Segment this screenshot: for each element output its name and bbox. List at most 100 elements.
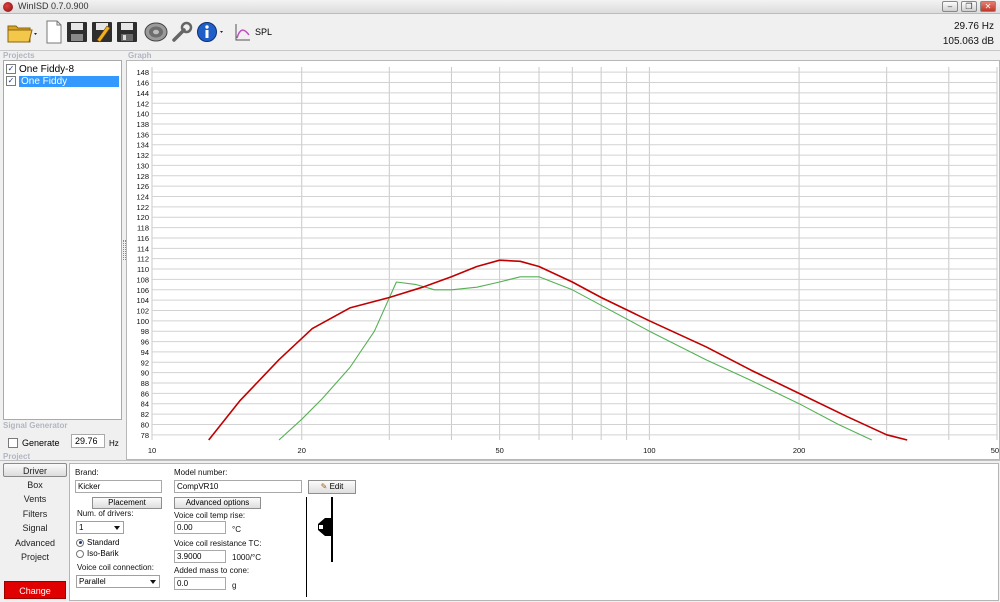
y-tick-label: 106: [136, 286, 149, 295]
save-as-pencil-icon: [92, 22, 112, 43]
spl-graph-button[interactable]: SPL: [233, 19, 273, 45]
new-project-button[interactable]: [43, 19, 65, 45]
standard-radio[interactable]: Standard: [76, 538, 119, 547]
signal-frequency-input[interactable]: 29.76: [71, 434, 105, 448]
spl-label: SPL: [254, 27, 272, 37]
y-tick-label: 88: [141, 379, 149, 388]
y-tick-label: 138: [136, 120, 149, 129]
graph-curve-icon: [235, 24, 250, 41]
save-all-button[interactable]: [116, 19, 138, 45]
y-tick-label: 134: [136, 141, 149, 150]
edit-driver-button[interactable]: ✎ Edit: [308, 480, 356, 494]
wrench-icon: [172, 21, 193, 42]
model-number-field[interactable]: CompVR10: [174, 480, 302, 493]
change-button[interactable]: Change: [4, 581, 66, 599]
tab-box[interactable]: Box: [3, 478, 67, 492]
vc-temp-rise-unit: °C: [232, 525, 241, 534]
brand-label: Brand:: [75, 468, 99, 477]
y-tick-label: 114: [137, 244, 149, 253]
driver-editor-button[interactable]: [143, 19, 169, 45]
x-tick-label: 500: [991, 446, 999, 455]
minimize-button[interactable]: –: [942, 1, 958, 12]
vc-temp-rise-field[interactable]: 0.00: [174, 521, 226, 534]
y-tick-label: 78: [141, 431, 149, 440]
num-drivers-label: Num. of drivers:: [77, 509, 134, 518]
model-number-label: Model number:: [174, 468, 228, 477]
y-tick-label: 130: [136, 161, 149, 170]
num-drivers-value: 1: [79, 523, 84, 532]
series-line-one-fiddy-8: [278, 276, 873, 441]
y-tick-label: 94: [141, 348, 149, 357]
project-item-one-fiddy[interactable]: ✓ One Fiddy: [6, 75, 119, 87]
chevron-down-icon: [150, 580, 156, 584]
driver-preview: [306, 497, 356, 597]
about-button[interactable]: [196, 19, 226, 45]
open-project-button[interactable]: [6, 19, 40, 45]
options-button[interactable]: [171, 19, 193, 45]
x-tick-label: 10: [148, 446, 156, 455]
vc-resistance-tc-label: Voice coil resistance TC:: [174, 539, 262, 548]
tab-signal[interactable]: Signal: [3, 521, 67, 535]
y-tick-label: 90: [141, 369, 149, 378]
project-panel: Driver Box Vents Filters Signal Advanced…: [0, 460, 1000, 602]
y-tick-label: 108: [136, 275, 149, 284]
project-tabs: Driver Box Vents Filters Signal Advanced…: [3, 463, 69, 565]
x-tick-label: 20: [298, 446, 306, 455]
y-tick-label: 96: [141, 338, 149, 347]
voice-coil-connection-select[interactable]: Parallel: [76, 575, 160, 588]
y-tick-label: 144: [136, 89, 149, 98]
tab-filters[interactable]: Filters: [3, 507, 67, 521]
close-button[interactable]: ✕: [980, 1, 996, 12]
tab-advanced[interactable]: Advanced: [3, 536, 67, 550]
tab-project[interactable]: Project: [3, 550, 67, 564]
tab-vents[interactable]: Vents: [3, 492, 67, 506]
isobarik-radio[interactable]: Iso-Barik: [76, 549, 119, 558]
speaker-driver-icon: [144, 22, 168, 42]
placement-button[interactable]: Placement: [92, 497, 162, 509]
title-bar: WinISD 0.7.0.900 – ❐ ✕: [0, 0, 1000, 14]
project-item-one-fiddy-8[interactable]: ✓ One Fiddy-8: [6, 63, 74, 75]
y-tick-label: 142: [136, 99, 149, 108]
save-as-button[interactable]: [91, 19, 113, 45]
added-mass-field[interactable]: 0.0: [174, 577, 226, 590]
signal-frequency-unit: Hz: [109, 439, 119, 448]
brand-field[interactable]: Kicker: [75, 480, 162, 493]
x-tick-label: 50: [495, 446, 503, 455]
radio-dot-icon: [76, 549, 84, 558]
generate-checkbox[interactable]: [8, 438, 18, 448]
vc-resistance-tc-field[interactable]: 3.9000: [174, 550, 226, 563]
save-button[interactable]: [66, 19, 88, 45]
y-tick-label: 98: [141, 327, 149, 336]
num-drivers-select[interactable]: 1: [76, 521, 124, 534]
baffle-line: [306, 497, 307, 597]
readout-frequency: 29.76 Hz: [953, 21, 994, 32]
vc-temp-rise-label: Voice coil temp rise:: [174, 511, 246, 520]
tab-driver[interactable]: Driver: [3, 463, 67, 477]
spl-chart: 7880828486889092949698100102104106108110…: [136, 67, 1000, 455]
x-tick-label: 100: [643, 446, 656, 455]
spl-graph[interactable]: 78 80 82 84 86 88 90 92 94 96 98 100 102 104 106 108 110…: [126, 60, 1000, 460]
y-tick-label: 116: [137, 234, 149, 243]
y-tick-label: 148: [136, 68, 149, 77]
window-title: WinISD 0.7.0.900: [18, 1, 89, 11]
project-visible-checkbox[interactable]: ✓: [6, 76, 16, 86]
generate-label: Generate: [22, 438, 60, 448]
y-tick-label: 128: [136, 172, 149, 181]
app-icon[interactable]: [3, 2, 13, 12]
speaker-cross-section-icon: [318, 518, 331, 536]
projects-list: ✓ One Fiddy-8 ✓ One Fiddy: [3, 60, 122, 420]
y-tick-label: 102: [136, 306, 149, 315]
advanced-options-button[interactable]: Advanced options: [174, 497, 261, 509]
restore-button[interactable]: ❐: [961, 1, 977, 12]
y-tick-label: 84: [141, 400, 149, 409]
y-tick-label: 104: [136, 296, 149, 305]
y-tick-label: 110: [137, 265, 149, 274]
new-document-icon: [46, 20, 62, 44]
project-visible-checkbox[interactable]: ✓: [6, 64, 16, 74]
chevron-down-icon: [114, 526, 120, 530]
driver-mount-line: [331, 497, 333, 562]
toolbar: SPL 29.76 Hz 105.063 dB: [0, 14, 1000, 51]
isobarik-label: Iso-Barik: [87, 549, 119, 558]
y-tick-label: 124: [136, 193, 149, 202]
folder-icon: [7, 25, 37, 43]
